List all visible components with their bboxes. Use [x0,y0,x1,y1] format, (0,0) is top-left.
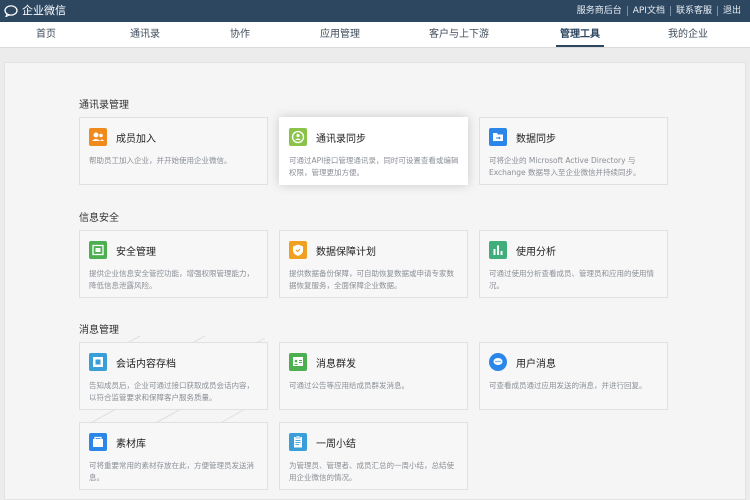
top-bar: 企业微信 服务商后台 API文档 联系客服 退出 [0,0,750,22]
card-user-messages[interactable]: 用户消息 可查看成员通过应用发送的消息，并进行回复。 [479,342,668,410]
user-message-icon [489,353,507,371]
member-join-icon [89,128,107,146]
card-title: 会话内容存档 [116,359,176,370]
app-title: 企业微信 [22,4,66,17]
card-data-sync[interactable]: 数据同步 可将企业的 Microsoft Active Directory 与 … [479,117,668,185]
card-description: 告知成员后，企业可通过接口获取成员会话内容，以符合监管要求和保障客户服务质量。 [89,381,254,402]
tab-app-management[interactable]: 应用管理 [320,22,360,48]
link-provider-console[interactable]: 服务商后台 [572,6,627,16]
main-nav: 首页 通讯录 协作 应用管理 客户与上下游 管理工具 我的企业 [0,22,750,48]
tab-home[interactable]: 首页 [36,22,56,48]
tab-management-tools[interactable]: 管理工具 [556,22,604,48]
card-title: 数据保障计划 [316,247,376,258]
card-title: 成员加入 [116,134,156,145]
card-weekly-summary[interactable]: 一周小结 为管理员、管理者、成员汇总的一周小结，总结使用企业微信的情况。 [279,422,468,490]
card-title: 通讯录同步 [316,134,366,145]
card-title: 使用分析 [516,247,556,258]
usage-chart-icon [489,241,507,259]
card-contacts-sync[interactable]: 通讯录同步 可通过API接口管理通讯录，同时可设置查看或编辑权限，管理更加方便。 [279,117,468,185]
data-shield-icon [289,241,307,259]
data-sync-icon [489,128,507,146]
chat-bubble-icon [4,5,18,17]
contacts-sync-icon [289,128,307,146]
card-description: 可查看成员通过应用发送的消息，并进行回复。 [489,381,647,390]
card-material-library[interactable]: 素材库 可将重要常用的素材存放在此，方便管理员发送消息。 [79,422,268,490]
section-title-messages: 消息管理 [79,325,119,336]
link-logout[interactable]: 退出 [716,6,746,16]
card-description: 提供企业信息安全管控功能，增强权限管理能力，降低信息泄露风险。 [89,269,254,290]
card-title: 一周小结 [316,439,356,450]
card-description: 可通过使用分析查看成员、管理员和应用的使用情况。 [489,269,654,290]
material-library-icon [89,433,107,451]
card-security-management[interactable]: 安全管理 提供企业信息安全管控功能，增强权限管理能力，降低信息泄露风险。 [79,230,268,298]
section-title-contacts: 通讯录管理 [79,100,129,111]
card-usage-analysis[interactable]: 使用分析 可通过使用分析查看成员、管理员和应用的使用情况。 [479,230,668,298]
broadcast-icon [289,353,307,371]
card-description: 可通过公告等应用给成员群发消息。 [289,381,409,390]
card-description: 提供数据备份保障，可自助恢复数据或申请专家数据恢复服务，全面保障企业数据。 [289,269,454,290]
link-api-docs[interactable]: API文档 [626,6,670,16]
tab-customers[interactable]: 客户与上下游 [429,22,489,48]
card-title: 消息群发 [316,359,356,370]
link-contact-support[interactable]: 联系客服 [669,6,717,16]
card-mass-message[interactable]: 消息群发 可通过公告等应用给成员群发消息。 [279,342,468,410]
tab-contacts[interactable]: 通讯录 [130,22,160,48]
archive-icon [89,353,107,371]
weekly-summary-icon [289,433,307,451]
card-member-join[interactable]: 成员加入 帮助员工加入企业，并开始使用企业微信。 [79,117,268,185]
card-description: 可将企业的 Microsoft Active Directory 与 Excha… [489,156,641,177]
top-links: 服务商后台 API文档 联系客服 退出 [572,0,746,22]
card-chat-archive[interactable]: 会话内容存档 告知成员后，企业可通过接口获取成员会话内容，以符合监管要求和保障客… [79,342,268,410]
card-description: 为管理员、管理者、成员汇总的一周小结，总结使用企业微信的情况。 [289,461,454,482]
card-description: 可通过API接口管理通讯录，同时可设置查看或编辑权限，管理更加方便。 [289,156,459,177]
card-title: 安全管理 [116,247,156,258]
card-data-protection[interactable]: 数据保障计划 提供数据备份保障，可自助恢复数据或申请专家数据恢复服务，全面保障企… [279,230,468,298]
card-description: 帮助员工加入企业，并开始使用企业微信。 [89,156,232,165]
tab-my-enterprise[interactable]: 我的企业 [668,22,708,48]
section-title-security: 信息安全 [79,213,119,224]
tab-collaboration[interactable]: 协作 [230,22,250,48]
card-title: 数据同步 [516,134,556,145]
card-description: 可将重要常用的素材存放在此，方便管理员发送消息。 [89,461,254,482]
card-title: 用户消息 [516,359,556,370]
card-title: 素材库 [116,439,146,450]
security-icon [89,241,107,259]
app-logo[interactable]: 企业微信 [4,3,66,19]
